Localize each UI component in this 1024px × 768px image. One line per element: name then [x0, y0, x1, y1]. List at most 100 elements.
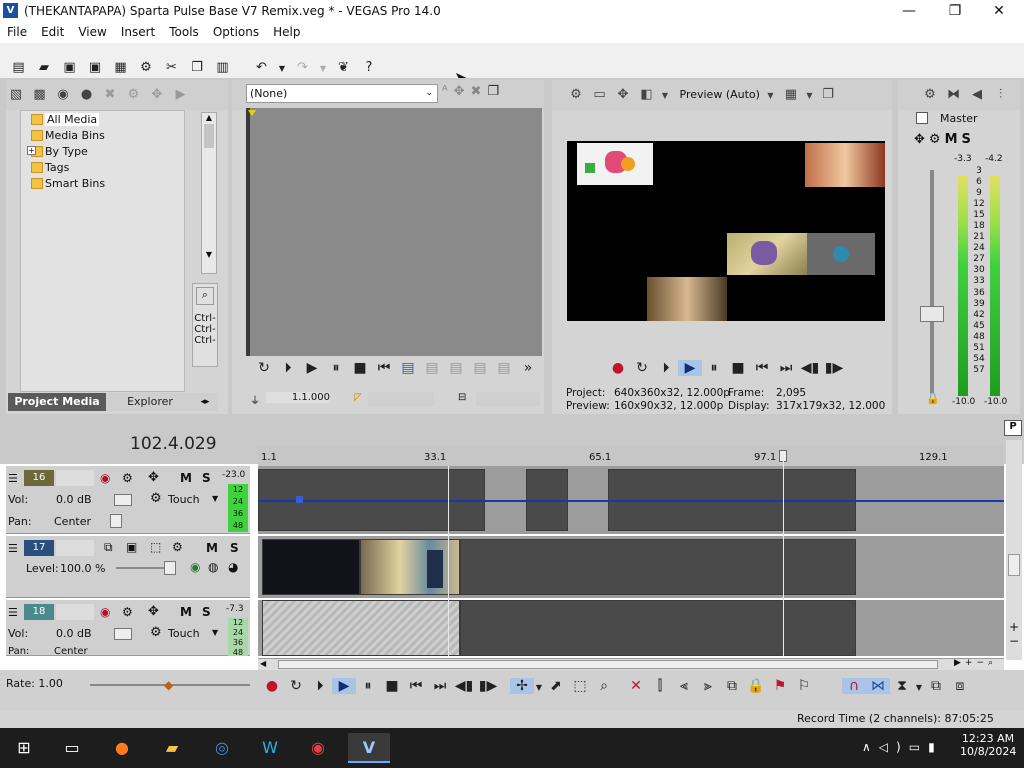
compositing-mode-icon[interactable]: ⧉	[104, 540, 113, 555]
app-icon-w[interactable]: W	[252, 733, 288, 763]
parent-motion-icon[interactable]: ▣	[126, 540, 137, 554]
envelope-tool-icon[interactable]: ⬈	[544, 678, 568, 694]
track-expand-icon[interactable]: ☰	[8, 606, 18, 619]
go-to-start-icon[interactable]: ⏮	[750, 360, 774, 376]
paste-icon[interactable]: ▥	[212, 57, 234, 79]
snapping-magnet-icon[interactable]: ∩	[842, 678, 866, 694]
record-icon[interactable]: ●	[260, 678, 284, 694]
timeline-ruler[interactable]: 1.1 33.1 65.1 97.1 129.1	[258, 446, 1004, 466]
chrome-icon[interactable]: ◎	[204, 733, 240, 763]
marker-icon[interactable]: ⚑	[768, 678, 792, 694]
selection-tool-icon[interactable]: ⬚	[568, 678, 592, 694]
auto-crossfade-icon[interactable]: ⋈	[866, 678, 890, 694]
master-settings-gear-icon[interactable]: ⚙	[920, 84, 940, 106]
play-from-start-icon[interactable]: ⏵	[308, 678, 332, 694]
cut-icon[interactable]: ✂	[161, 57, 183, 79]
loop-icon[interactable]: ↻	[252, 360, 276, 376]
volume-slider[interactable]	[114, 494, 132, 506]
clock[interactable]: 12:23 AM 10/8/2024	[960, 732, 1016, 758]
maximize-button[interactable]: ❐	[932, 0, 978, 23]
video-fx-icon[interactable]: ◧	[637, 84, 657, 106]
redo-icon[interactable]: ↷	[292, 57, 314, 79]
play-icon[interactable]: ▶	[300, 360, 324, 376]
prev-frame-icon[interactable]: ◀▮	[452, 678, 476, 694]
settings-gear-icon[interactable]: ⚙	[135, 57, 157, 79]
tab-project-media[interactable]: Project Media	[8, 393, 106, 411]
close-button[interactable]: ✕	[976, 0, 1022, 23]
play-from-start-icon[interactable]: ⏵	[654, 360, 678, 376]
loop-icon[interactable]: ↻	[630, 360, 654, 376]
plugin-icon[interactable]: ❦	[333, 57, 355, 79]
track-fx-icon[interactable]: ⚙	[172, 540, 183, 554]
track-header-17[interactable]: ☰ 17 ⧉ ▣ ⬚ ⚙ M S Level: 100.0 % ◉ ◍ ◕	[6, 536, 250, 598]
go-to-start-icon[interactable]: ⏮	[372, 360, 396, 376]
next-frame-icon[interactable]: ▮▶	[476, 678, 500, 694]
arm-record-icon[interactable]: ◉	[100, 605, 110, 619]
track-lane-17[interactable]	[258, 536, 1004, 598]
tree-item-media-bins[interactable]: Media Bins	[31, 129, 105, 142]
file-explorer-icon[interactable]: ▰	[154, 733, 190, 763]
track-name-field[interactable]	[56, 470, 94, 486]
text-icon[interactable]: ᴬ	[442, 84, 454, 99]
menu-view[interactable]: View	[71, 23, 113, 39]
prev-frame-icon[interactable]: ◀▮	[798, 360, 822, 376]
tree-item-all-media[interactable]: All Media	[31, 113, 100, 126]
windows-start-icon[interactable]: ⊞	[6, 733, 42, 763]
scroll-right-icon[interactable]: ▶	[954, 658, 965, 668]
save-as-icon[interactable]: ▣	[84, 57, 106, 79]
media-fx-icon[interactable]: ⚙	[124, 84, 144, 106]
rate-slider-knob[interactable]: ◆	[164, 678, 173, 692]
solo-button[interactable]: S	[202, 471, 211, 485]
lock-icon[interactable]: 🔒	[926, 392, 940, 405]
search-icon[interactable]: ⌕	[196, 287, 214, 305]
new-file-icon[interactable]: ▤	[8, 57, 30, 79]
pause-icon[interactable]: ⏸	[356, 678, 380, 694]
video-clip[interactable]	[460, 539, 856, 595]
tab-explorer[interactable]: Explorer	[110, 393, 190, 411]
pause-icon[interactable]: ⏸	[324, 360, 348, 376]
automation-mode[interactable]: Touch	[168, 493, 200, 506]
mute-automation-icon[interactable]: ◉	[190, 560, 200, 574]
ignore-grouping-icon[interactable]: ⧈	[948, 678, 972, 694]
track-header-16[interactable]: ☰ 16 ◉ ⚙ ✥ M S -23.0 Vol: 0.0 dB ⚙ Touch…	[6, 466, 250, 534]
replace-icon[interactable]: ▤	[468, 360, 492, 376]
stop-icon[interactable]: ■	[348, 360, 372, 376]
master-fx-icon[interactable]: ✥	[914, 132, 929, 147]
zoom-icon[interactable]: ⊟	[458, 392, 466, 403]
stop-icon[interactable]: ■	[726, 360, 750, 376]
network-icon[interactable]: ▭	[909, 740, 928, 754]
master-fader-icon[interactable]: ⫶	[991, 84, 1011, 106]
add-to-timeline-icon[interactable]: ▤	[396, 360, 420, 376]
render-icon[interactable]: ▦	[110, 57, 132, 79]
play-icon[interactable]: ▶	[678, 360, 702, 376]
play-icon[interactable]: ▶	[332, 678, 356, 694]
audio-clip-waveform[interactable]	[262, 600, 460, 656]
scroll-thumb[interactable]	[278, 660, 938, 669]
trim-icon[interactable]: ⫿	[648, 678, 672, 694]
track-expand-icon[interactable]: ☰	[8, 542, 18, 555]
tools-icon[interactable]: ✥	[454, 84, 471, 99]
track-header-18[interactable]: ☰ 18 ◉ ⚙ ✥ M S -7.3 Vol: 0.0 dB ⚙ Touch …	[6, 600, 250, 656]
go-to-end-icon[interactable]: ⏭	[774, 360, 798, 376]
zoom-in-icon[interactable]: +	[965, 658, 977, 668]
web-icon[interactable]: ●	[77, 84, 97, 106]
automation-mode[interactable]: Touch	[168, 627, 200, 640]
track-automation-icon[interactable]: ✥	[148, 604, 159, 619]
tray-chevron-icon[interactable]: ∧	[862, 740, 879, 754]
track-automation-icon[interactable]: ✥	[148, 470, 159, 485]
firefox-icon[interactable]: ●	[104, 733, 140, 763]
loop-icon[interactable]: ↻	[284, 678, 308, 694]
track-lane-16[interactable]	[258, 466, 1004, 534]
overlays-dropdown-icon[interactable]: ▼	[804, 85, 814, 107]
trim-end-icon[interactable]: ⫸	[696, 678, 720, 694]
track-color-icon[interactable]: ◍	[208, 560, 218, 574]
save-icon[interactable]: ▣	[59, 57, 81, 79]
microphone-icon[interactable]: ▮	[928, 740, 943, 754]
overwrite-icon[interactable]: ▤	[444, 360, 468, 376]
video-clip-store[interactable]	[360, 539, 460, 595]
zoom-in-icon[interactable]: +	[1008, 620, 1020, 634]
stop-icon[interactable]: ■	[380, 678, 404, 694]
menu-file[interactable]: File	[0, 23, 34, 39]
menu-tools[interactable]: Tools	[162, 23, 206, 39]
mute-button[interactable]: M	[206, 541, 218, 555]
